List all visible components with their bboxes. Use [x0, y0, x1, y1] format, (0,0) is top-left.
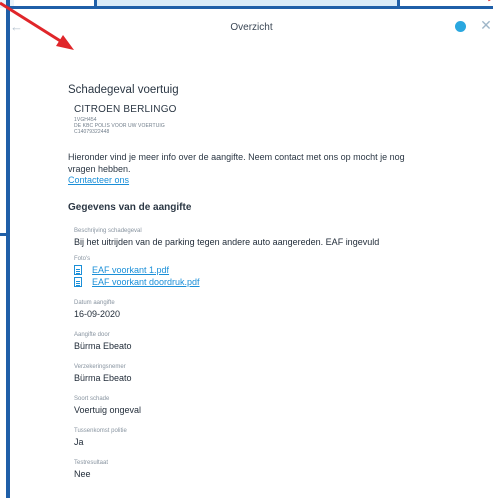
test-result-label: Testresultaat [74, 460, 109, 466]
document-icon [74, 277, 82, 287]
police-label: Tussenkomst politie [74, 428, 127, 434]
reported-by-label: Aangifte door [74, 332, 110, 338]
frame-left-border [6, 0, 10, 498]
description-value: Bij het uitrijden van de parking tegen a… [74, 237, 380, 247]
frame-top-notch [397, 0, 400, 8]
police-value: Ja [74, 437, 84, 447]
chat-bubble-icon[interactable] [455, 21, 466, 32]
close-icon[interactable]: ✕ [478, 17, 493, 33]
frame-top-notch [94, 0, 97, 8]
photo-link[interactable]: EAF voorkant 1.pdf [92, 265, 169, 275]
description-label: Beschrijving schadegeval [74, 228, 142, 234]
vehicle-name: CITROEN BERLINGO [74, 104, 177, 115]
frame-side-tick [0, 233, 8, 236]
policyholder-value: Bürma Ebeato [74, 373, 132, 383]
reported-by-value: Bürma Ebeato [74, 341, 132, 351]
modal-header: ← Overzicht ✕ [10, 9, 493, 41]
details-heading: Gegevens van de aangifte [68, 202, 192, 213]
date-label: Datum aangifte [74, 300, 115, 306]
date-value: 16-09-2020 [74, 309, 121, 319]
annotation-arrow-icon [0, 0, 491, 50]
damage-type-value: Voertuig ongeval [74, 405, 142, 415]
claim-heading: Schadegeval voertuig [68, 84, 179, 96]
vehicle-number: C14079322448 [74, 129, 110, 135]
photos-label: Foto's [74, 256, 91, 262]
page-title: Overzicht [230, 22, 273, 33]
test-result-value: Nee [74, 469, 91, 479]
contact-link[interactable]: Contacteer ons [68, 175, 129, 185]
damage-type-label: Soort schade [74, 396, 110, 402]
intro-text: Hieronder vind je meer info over de aang… [68, 152, 405, 174]
photo-link[interactable]: EAF voorkant doordruk.pdf [92, 277, 200, 287]
document-icon [74, 265, 82, 275]
policyholder-label: Verzekeringsnemer [74, 364, 126, 370]
